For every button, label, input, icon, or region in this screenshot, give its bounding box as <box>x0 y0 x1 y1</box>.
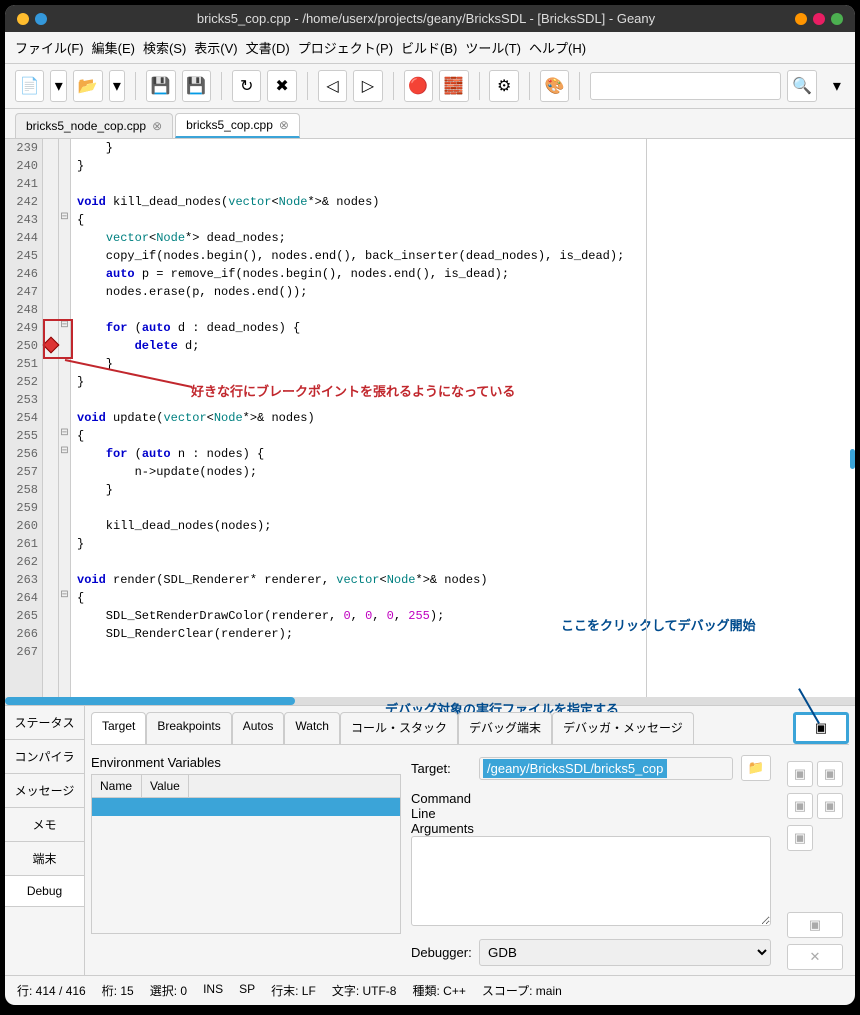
close-file-icon[interactable]: ✖ <box>267 70 296 102</box>
build-icon[interactable]: 🧱 <box>439 70 468 102</box>
debugger-label: Debugger: <box>411 945 471 960</box>
col-name: Name <box>92 775 142 797</box>
debug-tab-autos[interactable]: Autos <box>232 712 285 744</box>
dropdown-icon[interactable]: ▾ <box>109 70 126 102</box>
tab-label: bricks5_node_cop.cpp <box>26 119 146 133</box>
save-icon[interactable]: 💾 <box>146 70 175 102</box>
toolbar: 📄 ▾ 📂 ▾ 💾 💾 ↻ ✖ ◁ ▷ 🔴 🧱 ⚙ 🎨 🔍 ▾ <box>5 64 855 109</box>
line-gutter: 239240241 242243244 245246247 248249250 … <box>5 139 43 697</box>
save-all-icon[interactable]: 💾 <box>182 70 211 102</box>
menu-edit[interactable]: 編集(E) <box>92 38 135 57</box>
target-input[interactable]: /geany/BricksSDL/bricks5_cop <box>479 757 733 780</box>
env-label: Environment Variables <box>91 755 401 770</box>
titlebar: bricks5_cop.cpp - /home/userx/projects/g… <box>5 5 855 32</box>
close-icon[interactable]: ⊗ <box>279 118 289 132</box>
debug-tab-watch[interactable]: Watch <box>284 712 340 744</box>
debug-tab-debugmsg[interactable]: デバッガ・メッセージ <box>552 712 694 744</box>
step-out-icon[interactable]: ▣ <box>787 793 813 819</box>
close-icon[interactable]: ⊗ <box>152 119 162 133</box>
debug-run-button[interactable]: ▣ <box>793 712 849 744</box>
compile-icon[interactable]: 🔴 <box>404 70 433 102</box>
run-icon[interactable]: ⚙ <box>489 70 518 102</box>
message-tabs: ステータス コンパイラ メッセージ メモ 端末 Debug <box>5 706 85 975</box>
tab-label: bricks5_cop.cpp <box>186 118 273 132</box>
window-icon <box>17 13 29 25</box>
file-tabs: bricks5_node_cop.cpp ⊗ bricks5_cop.cpp ⊗ <box>5 109 855 139</box>
window-icon <box>35 13 47 25</box>
tab-file[interactable]: bricks5_cop.cpp ⊗ <box>175 113 300 138</box>
tab-compiler[interactable]: コンパイラ <box>5 740 84 774</box>
step-into-icon[interactable]: ▣ <box>817 761 843 787</box>
debug-tab-target[interactable]: Target <box>91 712 146 744</box>
breakpoint-icon[interactable] <box>43 337 60 354</box>
back-icon[interactable]: ◁ <box>318 70 347 102</box>
editor-guide <box>646 139 647 697</box>
open-file-icon[interactable]: 📂 <box>73 70 102 102</box>
target-label: Target: <box>411 761 471 776</box>
code-area[interactable]: } } void kill_dead_nodes(vector<Node*>& … <box>71 139 855 697</box>
debug-tab-debugterm[interactable]: デバッグ端末 <box>458 712 552 744</box>
color-icon[interactable]: 🎨 <box>540 70 569 102</box>
args-input[interactable] <box>411 836 771 926</box>
menu-build[interactable]: ビルド(B) <box>401 38 457 57</box>
min-icon[interactable] <box>795 13 807 25</box>
menu-file[interactable]: ファイル(F) <box>15 38 84 57</box>
new-file-icon[interactable]: 📄 <box>15 70 44 102</box>
table-row[interactable] <box>92 798 400 816</box>
env-table[interactable]: Name Value <box>91 774 401 934</box>
debug-panel: Target Breakpoints Autos Watch コール・スタック … <box>85 706 855 975</box>
tab-file[interactable]: bricks5_node_cop.cpp ⊗ <box>15 113 173 138</box>
menu-help[interactable]: ヘルプ(H) <box>529 38 586 57</box>
args-label: Command Line Arguments <box>411 791 471 836</box>
menu-search[interactable]: 検索(S) <box>143 38 186 57</box>
tab-debug[interactable]: Debug <box>5 876 84 907</box>
settings-icon[interactable]: ✕ <box>787 944 843 970</box>
continue-icon[interactable]: ▣ <box>817 793 843 819</box>
search-input[interactable] <box>590 72 781 100</box>
max-icon[interactable] <box>813 13 825 25</box>
tab-messages[interactable]: メッセージ <box>5 774 84 808</box>
status-line: 行: 414 / 416 <box>17 982 86 999</box>
step-over-icon[interactable]: ▣ <box>787 761 813 787</box>
marker-margin[interactable] <box>43 139 59 697</box>
menu-doc[interactable]: 文書(D) <box>246 38 290 57</box>
dropdown-icon[interactable]: ▾ <box>50 70 67 102</box>
search-icon[interactable]: 🔍 <box>787 70 816 102</box>
restart-icon[interactable]: ▣ <box>787 825 813 851</box>
browse-button[interactable]: 📁 <box>741 755 771 781</box>
col-value: Value <box>142 775 189 797</box>
reload-icon[interactable]: ↻ <box>232 70 261 102</box>
debug-tab-callstack[interactable]: コール・スタック <box>340 712 458 744</box>
tab-terminal[interactable]: 端末 <box>5 842 84 876</box>
code-editor[interactable]: 239240241 242243244 245246247 248249250 … <box>5 139 855 697</box>
stop-icon[interactable]: ▣ <box>787 912 843 938</box>
dropdown-icon[interactable]: ▾ <box>829 70 845 102</box>
fold-margin[interactable]: ⊟ ⊟ ⊟⊟ ⊟ <box>59 139 71 697</box>
horizontal-scrollbar[interactable] <box>5 697 855 705</box>
debugger-select[interactable]: GDB <box>479 939 771 966</box>
tab-status[interactable]: ステータス <box>5 706 84 740</box>
debug-controls: ▣▣ ▣▣ ▣ ▣ ✕ <box>781 755 849 976</box>
menu-tools[interactable]: ツール(T) <box>465 38 521 57</box>
tab-memo[interactable]: メモ <box>5 808 84 842</box>
menu-view[interactable]: 表示(V) <box>194 38 237 57</box>
close-icon[interactable] <box>831 13 843 25</box>
debug-tab-breakpoints[interactable]: Breakpoints <box>146 712 231 744</box>
scroll-indicator[interactable] <box>850 449 855 469</box>
window-title: bricks5_cop.cpp - /home/userx/projects/g… <box>57 11 795 26</box>
forward-icon[interactable]: ▷ <box>353 70 382 102</box>
menubar: ファイル(F) 編集(E) 検索(S) 表示(V) 文書(D) プロジェクト(P… <box>5 32 855 64</box>
menu-project[interactable]: プロジェクト(P) <box>298 38 393 57</box>
